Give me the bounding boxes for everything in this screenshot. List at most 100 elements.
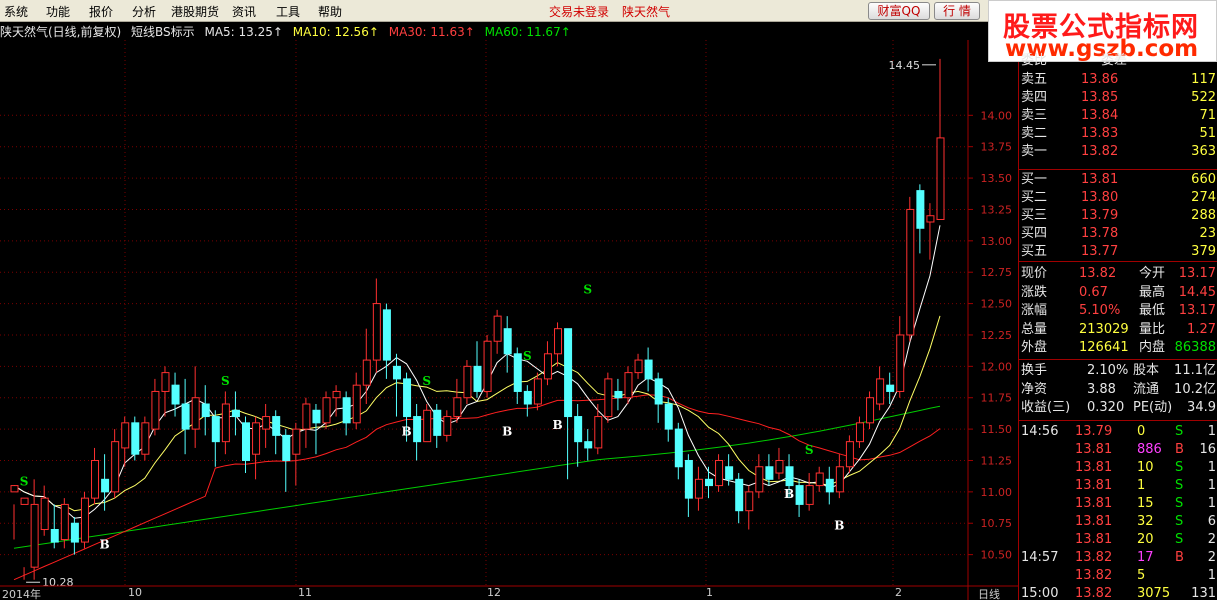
buy-marker: B bbox=[784, 487, 794, 501]
bid-row: 买三 13.79 288 bbox=[1019, 207, 1217, 225]
y-tick-label: 12.75 bbox=[981, 266, 1013, 279]
y-tick-label: 12.25 bbox=[981, 329, 1013, 342]
quote-row: 涨跌 0.67 最高 14.45 bbox=[1019, 284, 1217, 302]
candle-body bbox=[242, 422, 250, 461]
fund-row: 换手 2.10% 股本 11.1亿 bbox=[1019, 362, 1217, 380]
candle-body bbox=[201, 403, 210, 418]
bid-row: 买四 13.78 23 bbox=[1019, 225, 1217, 243]
bid-volume: 274 bbox=[1191, 190, 1216, 205]
candle-body bbox=[403, 378, 412, 418]
candle-body bbox=[50, 529, 59, 543]
bid-volume: 23 bbox=[1199, 226, 1216, 241]
chart-grid bbox=[0, 40, 968, 586]
candle-body bbox=[473, 365, 482, 392]
quote-label-2: 最低 bbox=[1139, 303, 1166, 318]
quote-row: 总量 213029 量比 1.27 bbox=[1019, 321, 1217, 339]
tick-time: 15:00 bbox=[1021, 586, 1059, 600]
candle-body bbox=[392, 365, 401, 380]
candle-body bbox=[866, 397, 875, 424]
quote-value-2: 86388 bbox=[1174, 340, 1216, 355]
candle-body bbox=[554, 328, 563, 355]
candle-body bbox=[423, 409, 432, 443]
candle-body bbox=[835, 466, 844, 493]
candle-body bbox=[654, 378, 663, 405]
y-tick-label: 12.00 bbox=[981, 360, 1013, 373]
bid-label: 买一 bbox=[1021, 172, 1048, 187]
tick-side: S bbox=[1175, 424, 1184, 439]
candle-body bbox=[111, 441, 120, 493]
candle-body bbox=[694, 478, 703, 499]
candle-body bbox=[815, 472, 824, 487]
candle-body bbox=[80, 497, 89, 543]
tick-side: S bbox=[1175, 514, 1184, 529]
bid-price: 13.81 bbox=[1081, 172, 1119, 187]
candle-body bbox=[221, 403, 230, 443]
candle-body bbox=[765, 466, 774, 480]
buy-marker: B bbox=[401, 424, 411, 438]
period-label[interactable]: 日线 bbox=[978, 586, 1000, 600]
buy-marker: B bbox=[502, 424, 512, 438]
tick-time: 14:57 bbox=[1021, 550, 1059, 565]
tick-row: 13.81 10 S 1 bbox=[1019, 459, 1217, 477]
order-ratio-row: 委比 委差 bbox=[1019, 52, 1217, 70]
candle-body bbox=[825, 478, 834, 493]
kline-chart[interactable]: SBSBSBSBSSBB 10.5010.7511.0011.2511.5011… bbox=[0, 0, 1018, 600]
ask-label: 卖三 bbox=[1021, 108, 1048, 123]
candle-body bbox=[302, 403, 311, 430]
candles bbox=[10, 58, 945, 580]
y-tick-label: 11.25 bbox=[981, 454, 1013, 467]
quote-value-2: 13.17 bbox=[1178, 303, 1216, 318]
fund-row: 收益(三) 0.320 PE(动) 34.9 bbox=[1019, 399, 1217, 417]
candle-body bbox=[121, 422, 130, 449]
candle-body bbox=[896, 334, 905, 392]
candle-body bbox=[543, 353, 552, 380]
ask-price: 13.84 bbox=[1081, 108, 1119, 123]
bid-row: 买五 13.77 379 bbox=[1019, 243, 1217, 261]
tick-side: S bbox=[1175, 496, 1184, 511]
candle-body bbox=[614, 390, 623, 399]
y-tick-label: 11.75 bbox=[981, 392, 1013, 405]
bid-row: 买二 13.80 274 bbox=[1019, 189, 1217, 207]
candle-body bbox=[40, 497, 49, 531]
quote-row: 涨幅 5.10% 最低 13.17 bbox=[1019, 302, 1217, 320]
candle-body bbox=[584, 441, 593, 449]
tick-price: 13.81 bbox=[1075, 532, 1113, 547]
tick-count: 6 bbox=[1207, 514, 1216, 529]
quote-value: 13.82 bbox=[1079, 266, 1117, 281]
bid-price: 13.79 bbox=[1081, 208, 1119, 223]
quote-label-2: 最高 bbox=[1139, 284, 1166, 300]
candle-body bbox=[453, 397, 462, 418]
tick-count: 2 bbox=[1207, 550, 1216, 565]
tick-row: 14:57 13.82 17 B 2 bbox=[1019, 549, 1217, 567]
bid-label: 买二 bbox=[1021, 190, 1048, 205]
y-tick-label: 11.50 bbox=[981, 423, 1013, 436]
tick-count: 1 bbox=[1207, 496, 1216, 511]
ask-row: 卖二 13.83 51 bbox=[1019, 125, 1217, 143]
quote-value: 213029 bbox=[1079, 321, 1129, 337]
candle-body bbox=[332, 390, 341, 399]
bid-label: 买三 bbox=[1021, 208, 1048, 223]
y-tick-label: 10.75 bbox=[981, 517, 1013, 530]
candle-body bbox=[503, 328, 512, 355]
candle-body bbox=[282, 434, 291, 461]
quote-label: 涨幅 bbox=[1021, 303, 1048, 318]
candle-body bbox=[564, 328, 573, 418]
fund-row: 净资 3.88 流通 10.2亿 bbox=[1019, 381, 1217, 399]
tick-count: 1 bbox=[1207, 478, 1216, 493]
candle-body bbox=[674, 428, 683, 468]
quote-value-2: 13.17 bbox=[1178, 266, 1216, 281]
tick-count: 2 bbox=[1207, 532, 1216, 547]
candle-body bbox=[604, 378, 613, 418]
tick-volume: 1 bbox=[1137, 478, 1146, 493]
candle-body bbox=[342, 397, 351, 424]
ask-volume: 71 bbox=[1199, 108, 1216, 123]
ask-row: 卖三 13.84 71 bbox=[1019, 107, 1217, 125]
buy-marker: B bbox=[100, 537, 110, 551]
tick-count: 1 bbox=[1207, 424, 1216, 439]
candle-body bbox=[433, 409, 442, 436]
bid-label: 买四 bbox=[1021, 226, 1048, 241]
quote-label: 涨跌 bbox=[1021, 284, 1048, 300]
tick-price: 13.81 bbox=[1075, 478, 1113, 493]
ask-volume: 51 bbox=[1199, 126, 1216, 141]
candle-body bbox=[523, 390, 532, 405]
